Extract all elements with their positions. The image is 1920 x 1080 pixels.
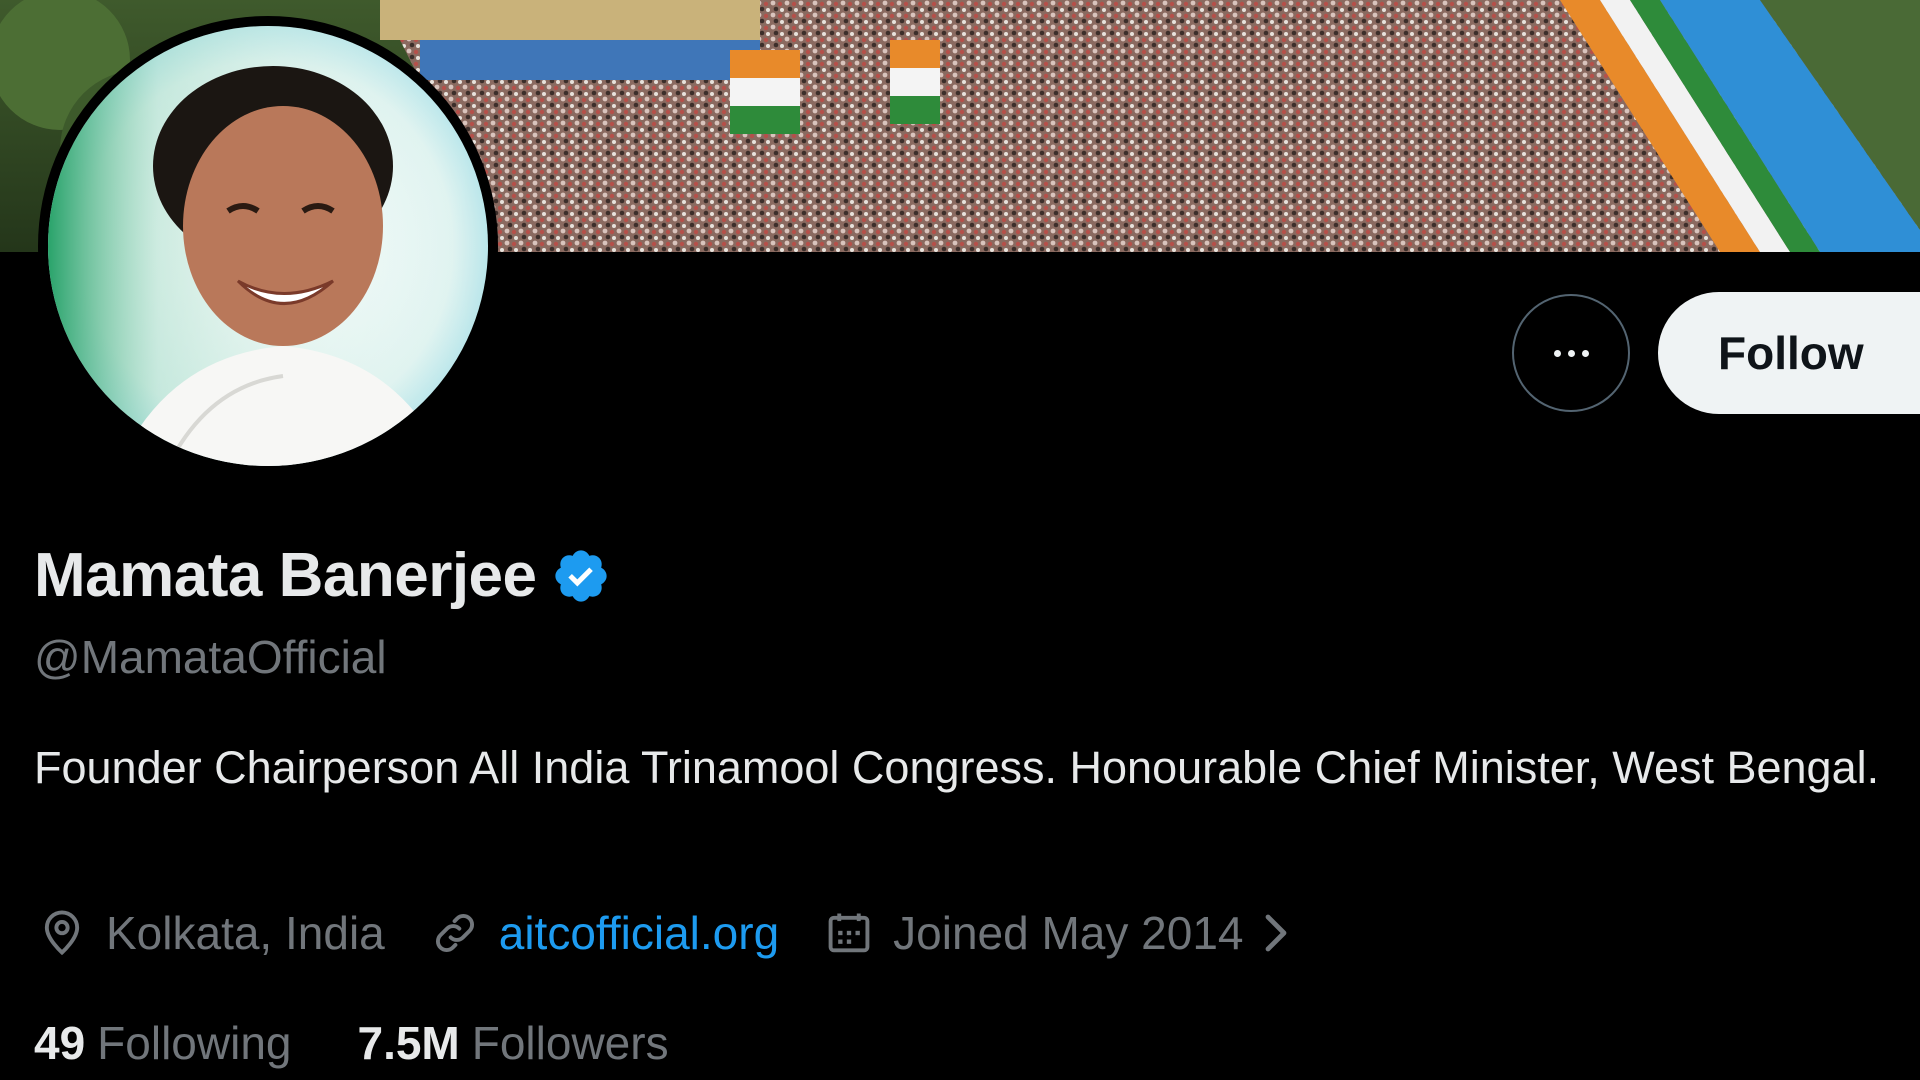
following-label: Following — [97, 1017, 292, 1069]
chevron-right-icon[interactable] — [1258, 909, 1294, 957]
following-stat[interactable]: 49 Following — [34, 1016, 291, 1070]
profile-page: Follow Mamata Banerjee @MamataOfficial F… — [0, 0, 1920, 1080]
profile-avatar[interactable] — [38, 16, 498, 476]
location-item: Kolkata, India — [36, 906, 385, 960]
joined-item[interactable]: Joined May 2014 — [823, 906, 1244, 960]
followers-stat[interactable]: 7.5M Followers — [357, 1016, 668, 1070]
followers-count: 7.5M — [357, 1017, 460, 1069]
calendar-icon — [828, 913, 870, 953]
website-item[interactable]: aitcofficial.org — [429, 906, 779, 960]
profile-stats: 49 Following 7.5M Followers — [34, 1016, 735, 1070]
profile-bio: Founder Chairperson All India Trinamool … — [34, 742, 1880, 793]
location-text: Kolkata, India — [106, 907, 385, 959]
verified-badge-icon[interactable] — [551, 546, 611, 606]
follow-button[interactable]: Follow — [1658, 292, 1920, 414]
user-handle: @MamataOfficial — [34, 631, 387, 683]
website-link[interactable]: aitcofficial.org — [499, 906, 779, 960]
more-horizontal-icon — [1553, 349, 1589, 357]
profile-meta: Kolkata, India aitcofficial.org Joined M… — [36, 906, 1294, 960]
location-pin-icon — [44, 910, 80, 956]
name-row: Mamata Banerjee — [34, 540, 611, 611]
following-count: 49 — [34, 1017, 86, 1069]
more-options-button[interactable] — [1512, 294, 1630, 412]
joined-text: Joined May 2014 — [893, 907, 1244, 959]
followers-label: Followers — [471, 1017, 669, 1069]
avatar-image — [48, 26, 488, 466]
display-name: Mamata Banerjee — [34, 541, 537, 610]
link-icon — [435, 913, 474, 953]
